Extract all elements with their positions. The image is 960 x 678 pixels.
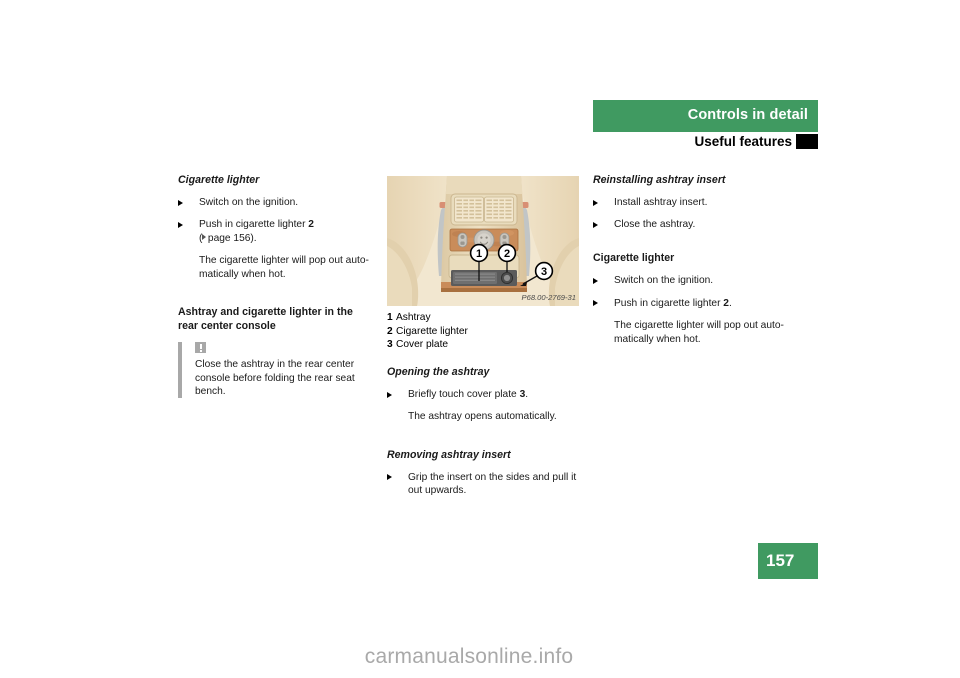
bullet-triangle-icon bbox=[593, 277, 598, 284]
mid-heading-opening-ashtray: Opening the ashtray bbox=[387, 366, 490, 378]
exclamation-icon bbox=[195, 342, 206, 354]
bullet-triangle-icon bbox=[178, 221, 183, 228]
bullet-triangle-icon bbox=[387, 474, 392, 481]
caption-item: 3 Cover plate bbox=[387, 338, 583, 352]
bullet-triangle-icon bbox=[178, 199, 183, 206]
page-number-box: 157 bbox=[758, 543, 818, 579]
middle-column: Opening the ashtray Briefly touch cover … bbox=[387, 366, 583, 507]
svg-text:1: 1 bbox=[476, 248, 482, 260]
step-text-lead: Push in cigarette lighter bbox=[199, 219, 309, 231]
caption-number: 2 bbox=[387, 325, 393, 337]
header-section-row: Useful features bbox=[593, 134, 818, 151]
footer-watermark: carmanualsonline.info bbox=[0, 645, 960, 669]
svg-text:2: 2 bbox=[504, 248, 510, 260]
right-heading-reinstalling-ashtray-insert: Reinstalling ashtray insert bbox=[593, 174, 726, 186]
bullet-triangle-icon bbox=[593, 199, 598, 206]
step-text: Switch on the ignition. bbox=[614, 275, 714, 287]
step-text: Switch on the ignition. bbox=[199, 197, 299, 208]
mid-result-text: The ashtray opens automatically. bbox=[387, 410, 583, 423]
step-text: Briefly touch cover plate 3. bbox=[408, 388, 583, 401]
warning-note: Close the ashtray in the rear center con… bbox=[178, 342, 374, 399]
step-text-tail: . bbox=[525, 389, 529, 400]
caption-label: Cover plate bbox=[396, 339, 449, 351]
section-marker-block bbox=[796, 134, 818, 149]
step-grip-insert: Grip the insert on the sides and pull it… bbox=[387, 471, 583, 498]
svg-text:3: 3 bbox=[541, 266, 547, 278]
callout-ref: 2 bbox=[308, 219, 314, 231]
step-text-tail: . bbox=[728, 297, 732, 309]
caption-item: 2 Cigarette lighter bbox=[387, 325, 583, 339]
caption-label: Cigarette lighter bbox=[396, 325, 468, 337]
step-switch-ignition: Switch on the ignition. bbox=[593, 274, 789, 287]
result-text: The cigarette lighter will pop out auto-… bbox=[199, 255, 369, 280]
page-reference: (page 156). bbox=[199, 232, 374, 245]
watermark-text: carmanualsonline.info bbox=[364, 645, 574, 668]
left-result-text: The cigarette lighter will pop out auto-… bbox=[178, 254, 374, 281]
step-text: Close the ashtray. bbox=[614, 219, 696, 231]
caption-number: 1 bbox=[387, 312, 393, 323]
caption-label: Ashtray bbox=[396, 312, 431, 323]
left-heading-cigarette-lighter: Cigarette lighter bbox=[178, 174, 260, 186]
bullet-triangle-icon bbox=[593, 300, 598, 307]
bullet-triangle-icon bbox=[593, 221, 598, 228]
left-heading-ashtray-rear-console: Ashtray and cigarette lighter in the rea… bbox=[178, 306, 353, 332]
step-text: Push in cigarette lighter 2 bbox=[199, 218, 374, 231]
rear-console-illustration: 1 2 3 P68.00-2769-31 bbox=[387, 176, 579, 306]
result-text: The cigarette lighter will pop out auto-… bbox=[614, 320, 784, 345]
left-column: Cigarette lighter Switch on the ignition… bbox=[178, 174, 374, 399]
header-green-bar: Controls in detail bbox=[593, 100, 818, 132]
figure-caption-list: 1 Ashtray 2 Cigarette lighter 3 Cover plate bbox=[387, 311, 583, 352]
step-text-lead: Briefly touch cover plate bbox=[408, 389, 520, 400]
note-side-rule bbox=[178, 342, 182, 399]
result-text: The ashtray opens automatically. bbox=[408, 411, 557, 423]
svg-text:P68.00-2769-31: P68.00-2769-31 bbox=[522, 293, 576, 302]
step-switch-ignition: Switch on the ignition. bbox=[178, 196, 374, 209]
step-push-cigarette-lighter: Push in cigarette lighter 2 (page 156). bbox=[178, 218, 374, 245]
right-column: Reinstalling ashtray insert Install asht… bbox=[593, 174, 789, 355]
step-touch-cover-plate: Briefly touch cover plate 3. bbox=[387, 388, 583, 401]
step-close-ashtray: Close the ashtray. bbox=[593, 218, 789, 231]
step-text: Install ashtray insert. bbox=[614, 197, 708, 208]
page-ref-text: page 156). bbox=[207, 232, 257, 244]
page-ref-triangle-icon bbox=[202, 234, 207, 241]
mid-heading-removing-ashtray-insert: Removing ashtray insert bbox=[387, 448, 511, 461]
right-result-text: The cigarette lighter will pop out auto-… bbox=[593, 319, 789, 346]
caption-item: 1 Ashtray bbox=[387, 311, 583, 325]
step-text: Grip the insert on the sides and pull it… bbox=[408, 471, 577, 497]
right-heading-cigarette-lighter: Cigarette lighter bbox=[593, 251, 675, 264]
caption-number: 3 bbox=[387, 339, 393, 351]
bullet-triangle-icon bbox=[387, 391, 392, 398]
step-push-cigarette-lighter: Push in cigarette lighter 2. bbox=[593, 297, 789, 310]
step-install-ashtray-insert: Install ashtray insert. bbox=[593, 196, 789, 209]
chapter-title: Controls in detail bbox=[687, 107, 808, 123]
step-text-lead: Push in cigarette lighter bbox=[614, 297, 724, 309]
step-text: Push in cigarette lighter 2. bbox=[614, 297, 789, 310]
page-number: 157 bbox=[766, 551, 795, 570]
warning-text: Close the ashtray in the rear center con… bbox=[195, 359, 355, 398]
section-title: Useful features bbox=[694, 134, 792, 149]
